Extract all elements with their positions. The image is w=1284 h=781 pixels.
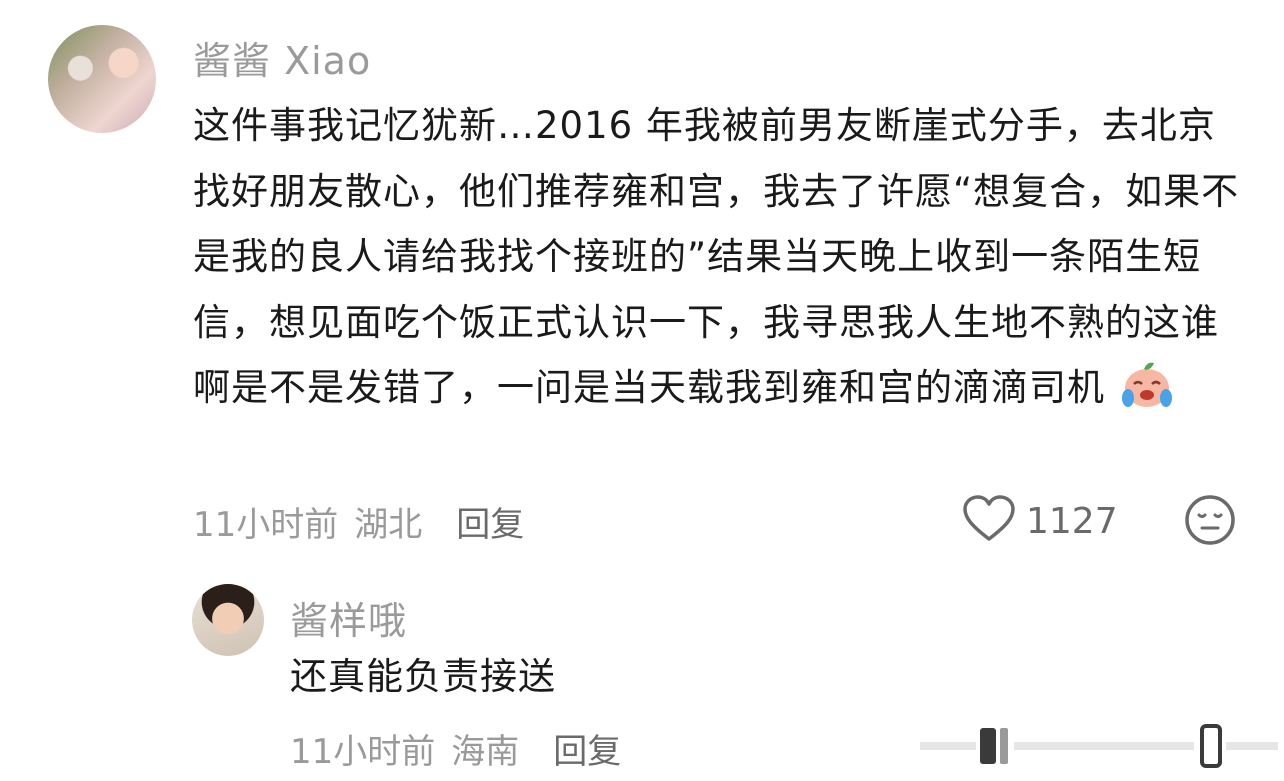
watermark-icons <box>920 722 1280 772</box>
crying-laughing-emoji-icon <box>1120 360 1174 410</box>
comment-region: 湖北 <box>354 505 423 545</box>
reply-region: 海南 <box>451 732 520 772</box>
reply-time: 11小时前 <box>290 732 436 772</box>
replier-username[interactable]: 酱样哦 <box>290 590 407 645</box>
replier-avatar[interactable] <box>192 584 264 656</box>
neutral-face-icon[interactable] <box>1184 494 1236 546</box>
like-count: 1127 <box>1026 500 1118 542</box>
heart-icon[interactable] <box>962 495 1016 547</box>
comment-text: 这件事我记忆犹新…2016 年我被前男友断崖式分手，去北京找好朋友散心，他们推荐… <box>193 93 1253 421</box>
commenter-avatar[interactable] <box>48 25 156 133</box>
commenter-username[interactable]: 酱酱 Xiao <box>193 30 371 85</box>
comment-text-content: 这件事我记忆犹新…2016 年我被前男友断崖式分手，去北京找好朋友散心，他们推荐… <box>193 104 1240 409</box>
comment-reply-button[interactable]: 回复 <box>456 497 524 546</box>
comment-time: 11小时前 <box>193 505 339 545</box>
reply-meta: 11小时前 海南 回复 <box>290 724 621 773</box>
reply-text: 还真能负责接送 <box>290 655 556 698</box>
like-button[interactable]: 1127 <box>962 495 1118 547</box>
comment-meta: 11小时前 湖北 回复 <box>193 497 524 546</box>
reply-reply-button[interactable]: 回复 <box>553 724 621 773</box>
